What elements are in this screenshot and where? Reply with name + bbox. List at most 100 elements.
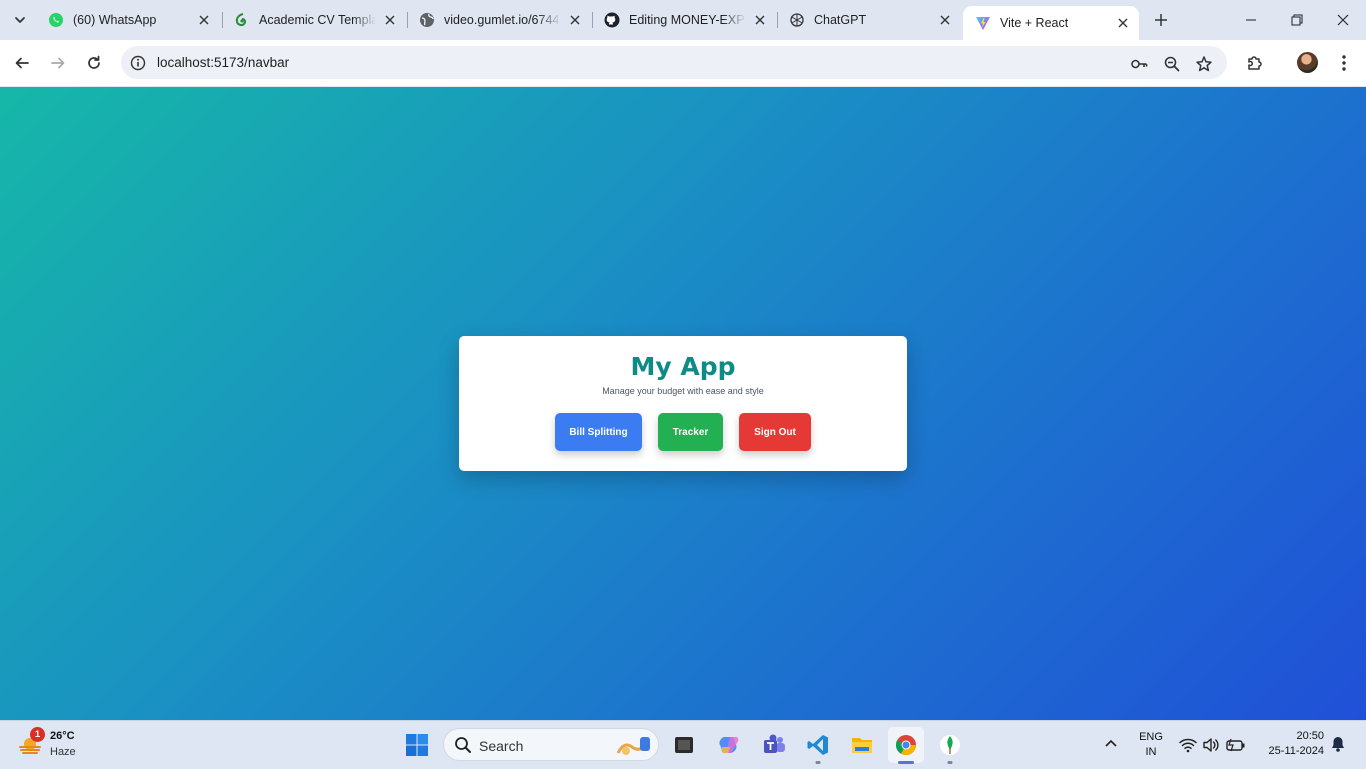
app-title: My App (630, 352, 736, 381)
github-icon (604, 12, 620, 28)
tab-academic-cv[interactable]: Academic CV Template (222, 6, 406, 34)
windows-logo-icon (406, 734, 428, 756)
minimize-button[interactable] (1239, 8, 1263, 32)
close-icon[interactable] (567, 12, 583, 28)
language-indicator[interactable]: ENG IN (1136, 730, 1166, 760)
notification-badge: 1 (30, 727, 45, 742)
forward-button[interactable] (46, 51, 70, 75)
close-icon[interactable] (1115, 15, 1131, 31)
tracker-button[interactable]: Tracker (658, 413, 723, 451)
weather-condition: Haze (50, 746, 76, 758)
tab-title: Editing MONEY-EXPENSE (629, 13, 746, 27)
restore-icon (1291, 14, 1303, 26)
taskbar-vscode[interactable] (800, 727, 836, 764)
teams-icon (764, 734, 785, 753)
profile-avatar[interactable] (1297, 52, 1318, 73)
back-button[interactable] (10, 51, 34, 75)
battery-button[interactable] (1226, 735, 1246, 755)
bill-splitting-button[interactable]: Bill Splitting (555, 413, 642, 451)
taskbar-mongodb[interactable] (932, 727, 968, 764)
zoom-icon (1164, 56, 1180, 72)
search-highlight-icon (616, 737, 650, 755)
overleaf-icon (234, 12, 250, 28)
volume-icon (1203, 738, 1219, 752)
tab-vite-react[interactable]: Vite + React (963, 6, 1139, 40)
taskbar-chrome[interactable] (888, 727, 924, 764)
app-card: My App Manage your budget with ease and … (459, 336, 907, 471)
reload-icon (88, 55, 100, 69)
puzzle-icon (1248, 56, 1262, 70)
app-subtitle: Manage your budget with ease and style (602, 386, 764, 396)
bell-icon[interactable] (1329, 735, 1347, 753)
sign-out-button[interactable]: Sign Out (739, 413, 811, 451)
volume-button[interactable] (1201, 735, 1221, 755)
arrow-right-icon (51, 57, 65, 69)
copilot-icon (719, 737, 739, 753)
whatsapp-icon (48, 12, 64, 28)
password-key-button[interactable] (1130, 55, 1148, 73)
address-bar[interactable]: localhost:5173/navbar (121, 46, 1227, 79)
language-region: IN (1145, 746, 1157, 758)
site-info-button[interactable] (129, 54, 147, 72)
taskbar-file-explorer[interactable] (844, 727, 880, 763)
key-icon (1131, 59, 1148, 69)
weather-widget[interactable]: 1 26°C Haze (14, 727, 124, 763)
close-icon[interactable] (196, 12, 212, 28)
mongodb-leaf-icon (940, 735, 960, 755)
minimize-icon (1246, 19, 1256, 21)
info-icon (130, 55, 146, 71)
system-clock[interactable]: 20:50 25-11-2024 (1254, 729, 1324, 759)
running-indicator (898, 761, 914, 764)
tab-title: Vite + React (1000, 16, 1069, 30)
running-indicator (947, 761, 953, 764)
arrow-left-icon (15, 57, 29, 69)
task-view-icon (675, 737, 693, 753)
taskbar-teams[interactable] (756, 727, 792, 763)
extensions-button[interactable] (1243, 51, 1267, 75)
close-icon[interactable] (937, 12, 953, 28)
taskbar-search[interactable]: Search (443, 728, 659, 761)
windows-taskbar: 1 26°C Haze Search ENG IN 20:50 25-11-20… (0, 720, 1366, 769)
reload-button[interactable] (82, 51, 106, 75)
taskbar-copilot[interactable] (712, 727, 748, 763)
clock-time: 20:50 (1296, 730, 1324, 742)
close-icon[interactable] (382, 12, 398, 28)
url-text[interactable]: localhost:5173/navbar (157, 55, 289, 70)
browser-menu-button[interactable] (1332, 51, 1356, 75)
tab-chatgpt[interactable]: ChatGPT (777, 6, 961, 34)
tab-title: Academic CV Template (259, 13, 376, 27)
tab-search-button[interactable] (6, 7, 34, 33)
chevron-down-icon (15, 17, 25, 23)
chatgpt-icon (789, 12, 805, 28)
zoom-button[interactable] (1163, 55, 1181, 73)
bookmark-button[interactable] (1195, 55, 1213, 73)
vite-icon (975, 15, 991, 31)
new-tab-button[interactable] (1149, 8, 1173, 32)
globe-icon (419, 12, 435, 28)
restore-button[interactable] (1285, 8, 1309, 32)
chevron-up-icon[interactable] (1102, 735, 1120, 753)
folder-icon (852, 738, 872, 753)
running-indicator (815, 761, 821, 764)
search-placeholder: Search (479, 738, 524, 754)
close-icon (1337, 14, 1349, 26)
tab-title: ChatGPT (814, 13, 867, 27)
start-button[interactable] (399, 727, 435, 763)
clock-date: 25-11-2024 (1268, 745, 1324, 757)
taskbar-task-view[interactable] (666, 727, 702, 763)
chrome-icon (895, 735, 917, 756)
browser-toolbar: localhost:5173/navbar (0, 40, 1366, 87)
wifi-button[interactable] (1178, 735, 1198, 755)
close-icon[interactable] (752, 12, 768, 28)
tab-whatsapp[interactable]: (60) WhatsApp (36, 6, 220, 34)
battery-icon (1226, 738, 1245, 752)
vscode-icon (807, 735, 828, 755)
tab-title: video.gumlet.io/6744 (444, 13, 560, 27)
tab-github-editing[interactable]: Editing MONEY-EXPENSE (592, 6, 776, 34)
plus-icon (1155, 14, 1167, 26)
more-vertical-icon (1342, 55, 1346, 71)
tab-title: (60) WhatsApp (73, 13, 157, 27)
wifi-icon (1179, 738, 1197, 753)
close-window-button[interactable] (1331, 8, 1355, 32)
tab-gumlet-video[interactable]: video.gumlet.io/6744 (407, 6, 591, 34)
